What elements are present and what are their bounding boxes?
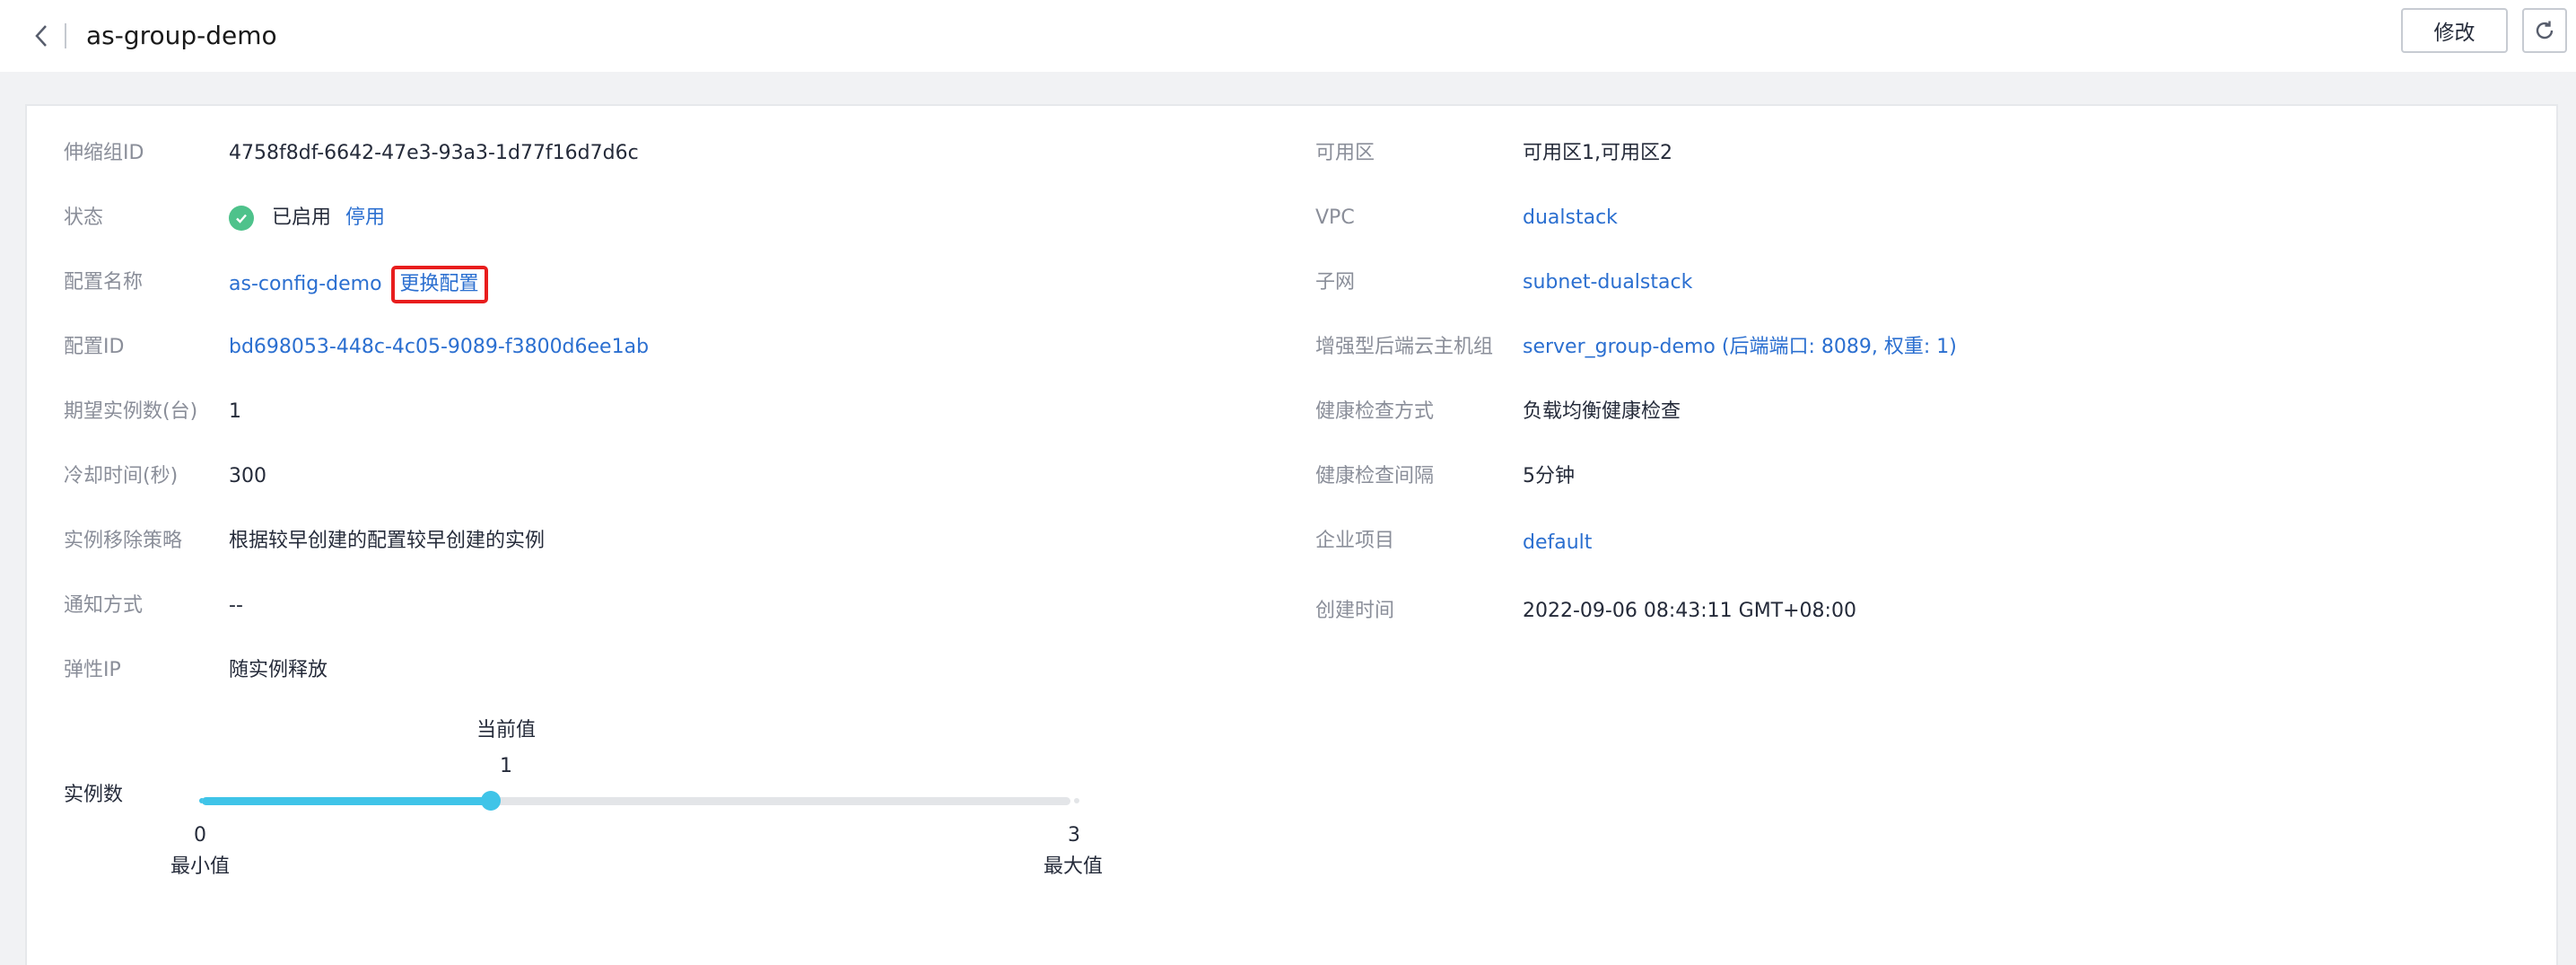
eip-label: 弹性IP [64, 659, 121, 681]
subnet-label: 子网 [1315, 271, 1356, 294]
header-divider [65, 23, 66, 48]
max-value-label: 最大值 [1043, 855, 1104, 878]
config-id-label: 配置ID [64, 336, 125, 358]
current-value-label: 当前值 [476, 719, 537, 741]
page-header: as-group-demo 修改 [0, 0, 2576, 72]
az-label: 可用区 [1315, 142, 1375, 164]
cooldown-label: 冷却时间(秒) [64, 465, 179, 487]
status-text: 已启用 [272, 206, 332, 229]
removal-value: 根据较早创建的配置较早创建的实例 [229, 530, 546, 552]
max-value-number: 3 [1068, 824, 1080, 847]
check-circle-icon [229, 206, 254, 231]
status-label: 状态 [64, 206, 104, 229]
instances-label: 实例数 [64, 784, 124, 806]
status-value: 已启用 停用 [229, 205, 385, 232]
min-value-label: 最小值 [170, 855, 231, 878]
group-id-value: 4758f8df-6642-47e3-93a3-1d77f16d7d6c [229, 142, 639, 164]
back-button[interactable] [27, 20, 56, 52]
group-id-label: 伸缩组ID [64, 142, 144, 164]
enterprise-label: 企业项目 [1315, 530, 1395, 552]
config-name-label: 配置名称 [64, 271, 144, 294]
health-interval-value: 5分钟 [1523, 465, 1575, 487]
notify-value: -- [229, 594, 243, 617]
change-config-link[interactable]: 更换配置 [390, 266, 488, 303]
refresh-button[interactable] [2522, 8, 2567, 53]
desired-value: 1 [229, 400, 241, 423]
lb-label: 增强型后端云主机组 [1315, 336, 1494, 358]
min-value-number: 0 [194, 824, 206, 847]
vpc-link[interactable]: dualstack [1523, 205, 1618, 232]
health-interval-label: 健康检查间隔 [1315, 465, 1435, 487]
notify-label: 通知方式 [64, 594, 144, 617]
cooldown-value: 300 [229, 465, 266, 487]
removal-label: 实例移除策略 [64, 530, 183, 552]
vpc-label: VPC [1315, 206, 1355, 229]
disable-link[interactable]: 停用 [345, 205, 385, 232]
chevron-left-icon [35, 25, 47, 47]
created-value: 2022-09-06 08:43:11 GMT+08:00 [1523, 600, 1856, 622]
health-method-label: 健康检查方式 [1315, 400, 1435, 423]
modify-button[interactable]: 修改 [2401, 8, 2508, 53]
slider-handle[interactable] [481, 791, 501, 811]
slider-end-dot [1074, 798, 1079, 803]
desired-label: 期望实例数(台) [64, 400, 198, 423]
subnet-link[interactable]: subnet-dualstack [1523, 269, 1692, 296]
config-id-link[interactable]: bd698053-448c-4c05-9089-f3800d6ee1ab [229, 334, 649, 361]
config-name-link[interactable]: as-config-demo [229, 271, 382, 298]
health-method-value: 负载均衡健康检查 [1523, 400, 1681, 423]
enterprise-link[interactable]: default [1523, 530, 1592, 557]
current-value-number: 1 [500, 755, 512, 777]
lb-link[interactable]: server_group-demo (后端端口: 8089, 权重: 1) [1523, 334, 1957, 361]
created-label: 创建时间 [1315, 600, 1395, 622]
page-title: as-group-demo [86, 21, 277, 50]
refresh-icon [2536, 21, 2554, 39]
eip-value: 随实例释放 [229, 659, 328, 681]
slider-fill [202, 797, 491, 805]
az-value: 可用区1,可用区2 [1523, 142, 1672, 164]
config-name-value: as-config-demo 更换配置 [229, 266, 488, 303]
